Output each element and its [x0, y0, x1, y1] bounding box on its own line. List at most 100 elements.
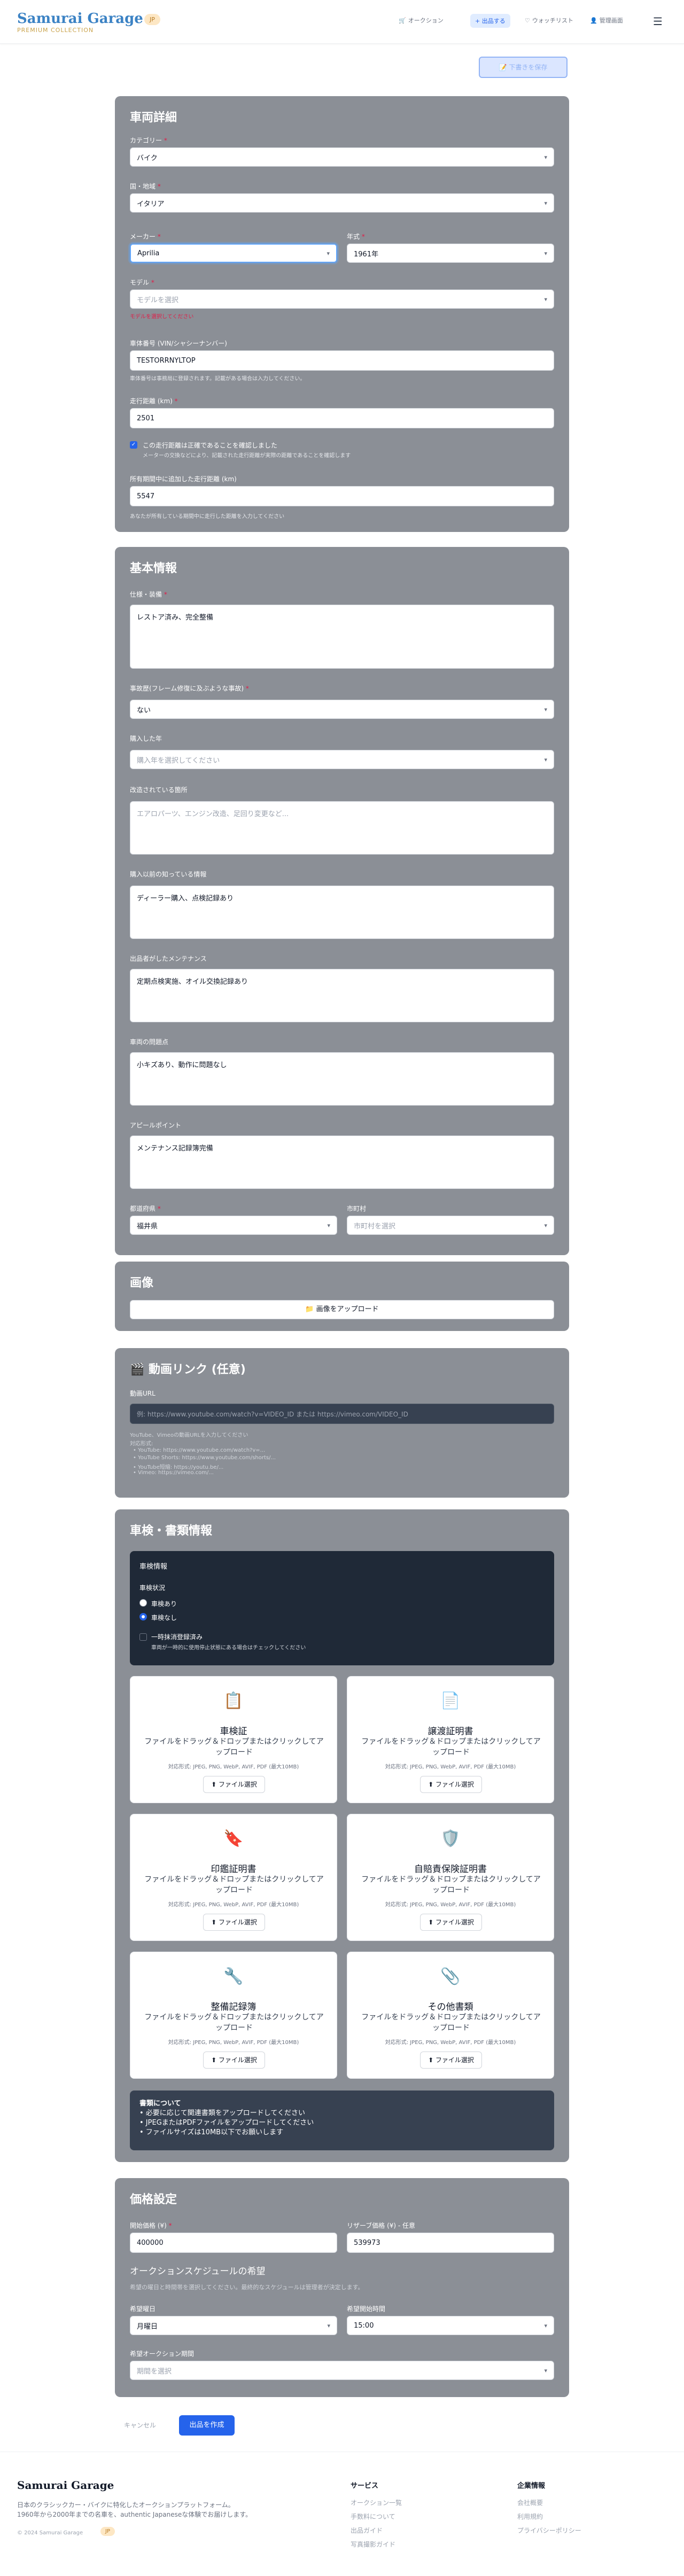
appeal-textarea[interactable]: メンテナンス記録簿完備	[130, 1136, 554, 1189]
vin-label: 車体番号 (VIN/シャシーナンバー)	[130, 340, 227, 347]
upload-images-button[interactable]: 📁 画像をアップロード	[130, 1300, 554, 1319]
year-select[interactable]: 1961年 ▾	[347, 244, 554, 263]
nav-admin[interactable]: 👤 管理画面	[590, 16, 623, 25]
site-header: Samurai Garage PREMIUM COLLECTION JP 🛒 オー…	[0, 0, 684, 44]
own-mileage-hint: あなたが所有している期間中に走行した距離を入力してください	[130, 514, 285, 520]
documents-section: 車検・書類情報 車検情報 車検状況 車検あり 車検なし 一時抹消登録済み 車両が…	[115, 1509, 569, 2162]
chevron-down-icon: ▾	[544, 295, 547, 303]
inspection-yes-radio[interactable]	[139, 1599, 147, 1607]
own-mileage-input[interactable]: 5547	[130, 486, 554, 506]
hamburger-menu-icon[interactable]: ☰	[653, 15, 663, 28]
chevron-down-icon: ▾	[544, 249, 547, 257]
temporary-deregistration-checkbox[interactable]	[139, 1633, 147, 1641]
model-error: モデルを選択してください	[130, 314, 194, 320]
chevron-down-icon: ▾	[327, 2322, 330, 2329]
mileage-confirm-checkbox[interactable]: ✓	[130, 441, 137, 449]
section-title: 画像	[130, 1277, 154, 1290]
maintenance-textarea[interactable]: 定期点検実施、オイル交換記録あり	[130, 969, 554, 1022]
section-title: 価格設定	[130, 2193, 177, 2206]
auction-period-select[interactable]: 期間を選択 ▾	[130, 2361, 554, 2380]
city-select[interactable]: 市町村を選択 ▾	[347, 1216, 554, 1235]
category-select[interactable]: バイク ▾	[130, 147, 554, 167]
document-card-transfer[interactable]: 📄 譲渡証明書 ファイルをドラッグ＆ドロップまたはクリックしてアップロード 対応…	[347, 1676, 554, 1803]
video-formats-title: 対応形式:	[130, 1441, 153, 1447]
create-listing-button[interactable]: 出品を作成	[179, 2415, 235, 2436]
save-draft-button[interactable]: 📝 下書きを保存	[479, 57, 568, 78]
nav-watchlist[interactable]: ♡ ウォッチリスト	[525, 16, 573, 25]
reserve-price-input[interactable]: 539973	[347, 2233, 554, 2253]
cancel-button[interactable]: キャンセル	[124, 2421, 156, 2430]
preferred-time-select[interactable]: 15:00 ▾	[347, 2316, 554, 2335]
known-info-textarea[interactable]: ディーラー購入、点検記録あり	[130, 886, 554, 939]
footer-link[interactable]: プライバシーポリシー	[517, 2526, 581, 2535]
category-label: カテゴリー *	[130, 137, 167, 144]
issues-textarea[interactable]: 小キズあり、動作に問題なし	[130, 1052, 554, 1106]
prefecture-select[interactable]: 福井県 ▾	[130, 1216, 337, 1235]
inspection-no-radio[interactable]	[139, 1613, 147, 1620]
file-select-button[interactable]: ⬆ ファイル選択	[420, 1776, 482, 1793]
file-select-button[interactable]: ⬆ ファイル選択	[203, 1776, 265, 1793]
reserve-price-label: リザーブ価格 (¥) - 任意	[347, 2222, 416, 2229]
footer-link[interactable]: 写真撮影ガイド	[351, 2540, 395, 2549]
language-badge[interactable]: JP	[144, 14, 160, 25]
year-label: 年式 *	[347, 233, 365, 240]
footer-link[interactable]: オークション一覧	[351, 2498, 402, 2507]
document-card-insurance[interactable]: 🛡️ 自賠責保険証明書 ファイルをドラッグ＆ドロップまたはクリックしてアップロー…	[347, 1814, 554, 1941]
issues-label: 車両の問題点	[130, 1038, 169, 1046]
document-card-vehicle-inspection[interactable]: 📋 車検証 ファイルをドラッグ＆ドロップまたはクリックしてアップロード 対応形式…	[130, 1676, 337, 1803]
footer-link[interactable]: 手数料について	[351, 2512, 395, 2521]
inspection-title: 車検情報	[139, 1563, 168, 1571]
spec-label: 仕様・装備 *	[130, 591, 167, 598]
nav-sell-button[interactable]: + 出品する	[470, 14, 510, 28]
footer-link[interactable]: 出品ガイド	[351, 2526, 383, 2535]
inspection-no-label: 車検なし	[151, 1614, 177, 1622]
video-format-item: • YouTube短縮: https://youtu.be/...	[133, 1465, 224, 1470]
spec-textarea[interactable]: レストア済み、完全整備	[130, 605, 554, 669]
user-icon: 👤	[590, 17, 597, 24]
chevron-down-icon: ▾	[327, 1222, 330, 1229]
section-title: 車両詳細	[130, 111, 177, 124]
vin-input[interactable]: TESTORRNYLTOP	[130, 350, 554, 371]
country-select[interactable]: イタリア ▾	[130, 193, 554, 213]
footer-description: 日本のクラシックカー・バイクに特化したオークションプラットフォーム。 1960年か…	[17, 2501, 252, 2518]
purchase-year-label: 購入した年	[130, 735, 162, 742]
document-card-seal[interactable]: 🔖 印鑑証明書 ファイルをドラッグ＆ドロップまたはクリックしてアップロード 対応…	[130, 1814, 337, 1941]
video-section: 🎬 動画リンク (任意) 動画URL 例: https://www.youtub…	[115, 1348, 569, 1498]
nav-auctions[interactable]: 🛒 オークション	[399, 16, 444, 25]
video-url-input[interactable]: 例: https://www.youtube.com/watch?v=VIDEO…	[130, 1404, 554, 1424]
preferred-day-label: 希望曜日	[130, 2305, 156, 2313]
mileage-input[interactable]: 2501	[130, 408, 554, 428]
appeal-label: アピールポイント	[130, 1122, 182, 1129]
file-select-button[interactable]: ⬆ ファイル選択	[420, 2052, 482, 2069]
modified-textarea[interactable]: エアロパーツ、エンジン改造、足回り変更など...	[130, 801, 554, 855]
footer-link[interactable]: 利用規約	[517, 2512, 543, 2521]
chevron-down-icon: ▾	[544, 1222, 547, 1229]
accident-select[interactable]: ない ▾	[130, 700, 554, 719]
maintenance-label: 出品者がしたメンテナンス	[130, 955, 207, 962]
bookmark-icon: 🔖	[223, 1829, 244, 1848]
language-badge[interactable]: JP	[100, 2527, 115, 2536]
maker-select[interactable]: Aprilia ▾	[130, 244, 337, 263]
heart-icon: ♡	[525, 17, 530, 24]
preferred-day-select[interactable]: 月曜日 ▾	[130, 2316, 337, 2335]
document-card-other[interactable]: 📎 その他書類 ファイルをドラッグ＆ドロップまたはクリックしてアップロード 対応…	[347, 1952, 554, 2079]
country-label: 国・地域 *	[130, 183, 161, 190]
footer-services-title: サービス	[351, 2482, 379, 2490]
vin-hint: 車体番号は事務局に登録されます。記載がある場合は入力してください。	[130, 376, 306, 382]
schedule-title: オークションスケジュールの希望	[130, 2266, 266, 2277]
section-title: 🎬 動画リンク (任意)	[130, 1363, 246, 1376]
footer-link[interactable]: 会社概要	[517, 2498, 543, 2507]
file-select-button[interactable]: ⬆ ファイル選択	[420, 1914, 482, 1931]
start-price-input[interactable]: 400000	[130, 2233, 337, 2253]
file-select-button[interactable]: ⬆ ファイル選択	[203, 1914, 265, 1931]
document-icon: 📄	[440, 1692, 461, 1710]
site-logo[interactable]: Samurai Garage	[17, 11, 143, 27]
purchase-year-select[interactable]: 購入年を選択してください ▾	[130, 750, 554, 769]
chevron-down-icon: ▾	[544, 706, 547, 713]
document-card-maintenance[interactable]: 🔧 整備記録簿 ファイルをドラッグ＆ドロップまたはクリックしてアップロード 対応…	[130, 1952, 337, 2079]
schedule-hint: 希望の曜日と時間帯を選択してください。最終的なスケジュールは管理者が決定します。	[130, 2284, 364, 2291]
file-select-button[interactable]: ⬆ ファイル選択	[203, 2052, 265, 2069]
vehicle-details-section: 車両詳細 カテゴリー * バイク ▾ 国・地域 * イタリア ▾ メーカー * Ap…	[115, 96, 569, 532]
video-format-item: • YouTube Shorts: https://www.youtube.co…	[133, 1455, 276, 1461]
model-select[interactable]: モデルを選択 ▾	[130, 289, 554, 309]
